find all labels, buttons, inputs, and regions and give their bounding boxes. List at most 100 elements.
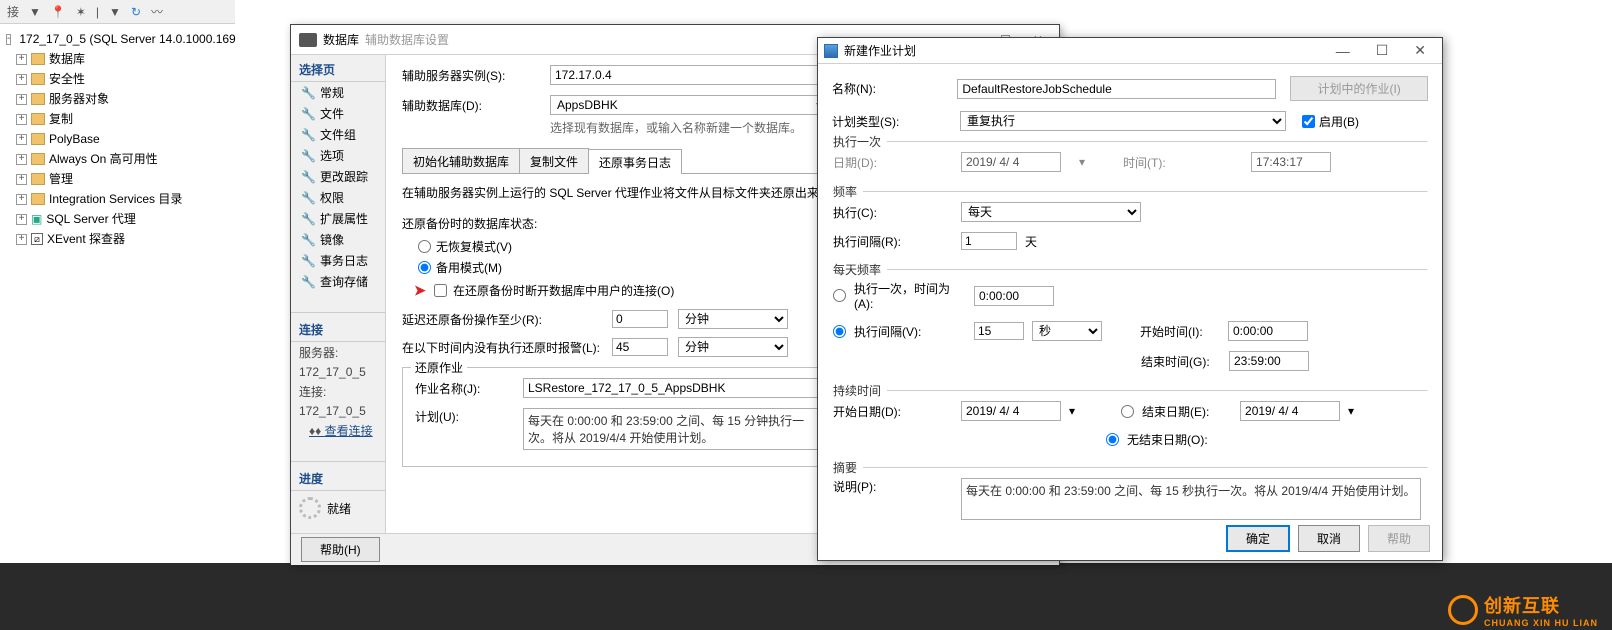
toolbar-dropdown-icon[interactable]: ▼ [26, 5, 44, 19]
frequency-legend: 频率 [833, 183, 863, 200]
side-opt-extended[interactable]: 🔧扩展属性 [291, 208, 385, 229]
tree-node-replication[interactable]: + 复制 [2, 109, 233, 129]
side-opt-txlog[interactable]: 🔧事务日志 [291, 250, 385, 271]
expand-icon[interactable]: + [16, 94, 27, 105]
delay-restore-unit-select[interactable]: 分钟 [678, 309, 788, 329]
daily-every-unit-select[interactable]: 秒 [1032, 321, 1102, 341]
enable-checkbox-row[interactable]: 启用(B) [1302, 113, 1422, 130]
side-view-connection-link[interactable]: ♦♦ 查看连接 [291, 420, 385, 441]
tree-node-security[interactable]: + 安全性 [2, 69, 233, 89]
occurs-select[interactable]: 每天 [961, 202, 1141, 222]
help-button[interactable]: 帮助(H) [301, 537, 380, 562]
occurs-label: 执行(C): [833, 204, 953, 221]
wrench-icon: 🔧 [301, 212, 316, 226]
dialog2-title-text: 新建作业计划 [844, 42, 916, 59]
side-conn-label: 连接: [291, 381, 385, 402]
once-date-input [961, 152, 1061, 172]
expand-icon[interactable]: + [16, 134, 27, 145]
expand-icon[interactable]: + [16, 214, 27, 225]
dialog2-titlebar[interactable]: 新建作业计划 — ☐ ✕ [818, 38, 1442, 64]
tab-init-secondary[interactable]: 初始化辅助数据库 [402, 148, 520, 173]
secondary-db-select[interactable]: AppsDBHK [550, 95, 830, 115]
delay-restore-spinner[interactable] [612, 310, 668, 328]
job-name-input[interactable] [523, 378, 823, 398]
side-opt-general[interactable]: 🔧常规 [291, 82, 385, 103]
tree-node-alwayson[interactable]: + Always On 高可用性 [2, 149, 233, 169]
toolbar-activity-icon[interactable]: 〰 [148, 3, 166, 20]
tree-node-management[interactable]: + 管理 [2, 169, 233, 189]
side-opt-changetracking[interactable]: 🔧更改跟踪 [291, 166, 385, 187]
daily-every-radio[interactable] [833, 325, 846, 338]
side-opt-permissions[interactable]: 🔧权限 [291, 187, 385, 208]
tab-copy-files[interactable]: 复制文件 [519, 148, 589, 173]
toolbar-refresh-icon[interactable]: ↻ [128, 5, 144, 19]
side-opt-files[interactable]: 🔧文件 [291, 103, 385, 124]
toolbar-icon-2[interactable]: ✶ [73, 5, 89, 19]
alert-threshold-unit-select[interactable]: 分钟 [678, 337, 788, 357]
wrench-icon: 🔧 [301, 170, 316, 184]
tree-server-node[interactable]: - 172_17_0_5 (SQL Server 14.0.1000.169 [2, 29, 233, 49]
no-end-date-label: 无结束日期(O): [1127, 431, 1208, 448]
end-date-radio[interactable] [1121, 405, 1134, 418]
database-icon [299, 33, 317, 47]
schedule-display: 每天在 0:00:00 和 23:59:00 之间、每 15 分钟执行一次。将从… [523, 408, 823, 450]
expand-icon[interactable]: + [16, 54, 27, 65]
radio-norecovery-input[interactable] [418, 240, 431, 253]
daily-once-radio[interactable] [833, 289, 846, 302]
tree-node-ssis[interactable]: + Integration Services 目录 [2, 189, 233, 209]
start-date-label: 开始日期(D): [833, 403, 953, 420]
tree-node-polybase[interactable]: + PolyBase [2, 129, 233, 149]
tree-node-agent[interactable]: +▣ SQL Server 代理 [2, 209, 233, 229]
tab-restore-txlog[interactable]: 还原事务日志 [588, 149, 682, 174]
daily-once-time-input[interactable] [974, 286, 1054, 306]
start-date-input[interactable] [961, 401, 1061, 421]
tree-node-databases[interactable]: + 数据库 [2, 49, 233, 69]
secondary-instance-input[interactable] [550, 65, 830, 85]
daily-every-spinner[interactable] [974, 322, 1024, 340]
end-time-input[interactable] [1229, 351, 1309, 371]
schedule-label: 计划(U): [415, 408, 515, 425]
close-button[interactable]: ✕ [1404, 42, 1436, 59]
once-time-label: 时间(T): [1123, 154, 1243, 171]
schedule-type-select[interactable]: 重复执行 [960, 111, 1286, 131]
schedule-name-input[interactable] [957, 79, 1276, 99]
expand-icon[interactable]: + [16, 114, 27, 125]
expand-icon[interactable]: - [6, 34, 11, 45]
side-progress-ready: 就绪 [291, 491, 385, 525]
tree-label: 安全性 [49, 69, 85, 89]
toolbar-icon-1[interactable]: 📍 [48, 5, 69, 19]
tree-node-serverobjects[interactable]: + 服务器对象 [2, 89, 233, 109]
wrench-icon: 🔧 [301, 275, 316, 289]
side-opt-filegroups[interactable]: 🔧文件组 [291, 124, 385, 145]
daily-once-label: 执行一次，时间为(A): [854, 280, 966, 311]
disconnect-users-checkbox[interactable] [434, 284, 447, 297]
side-opt-mirror[interactable]: 🔧镜像 [291, 229, 385, 250]
toolbar-sep: | [93, 5, 102, 19]
expand-icon[interactable]: + [16, 234, 27, 245]
job-name-label: 作业名称(J): [415, 380, 515, 397]
minimize-button[interactable]: — [1326, 43, 1360, 59]
tree-node-xevent[interactable]: +⧄ XEvent 探查器 [2, 229, 233, 249]
expand-icon[interactable]: + [16, 154, 27, 165]
start-time-input[interactable] [1228, 321, 1308, 341]
toolbar-item-connect[interactable]: 接 [4, 3, 22, 20]
expand-icon[interactable]: + [16, 194, 27, 205]
no-end-date-radio[interactable] [1106, 433, 1119, 446]
recurs-every-spinner[interactable] [961, 232, 1017, 250]
radio-standby-input[interactable] [418, 261, 431, 274]
maximize-button[interactable]: ☐ [1366, 42, 1399, 59]
side-opt-options[interactable]: 🔧选项 [291, 145, 385, 166]
summary-legend: 摘要 [833, 459, 863, 476]
alert-threshold-spinner[interactable] [612, 338, 668, 356]
expand-icon[interactable]: + [16, 174, 27, 185]
cancel-button[interactable]: 取消 [1298, 525, 1360, 552]
end-date-input[interactable] [1240, 401, 1340, 421]
ok-button[interactable]: 确定 [1226, 525, 1290, 552]
toolbar-filter-icon[interactable]: ▼ [106, 5, 124, 19]
description-label: 说明(P): [833, 478, 953, 495]
side-opt-querystore[interactable]: 🔧查询存储 [291, 271, 385, 292]
expand-icon[interactable]: + [16, 74, 27, 85]
enable-checkbox[interactable] [1302, 115, 1315, 128]
tree-label: 管理 [49, 169, 73, 189]
help-button: 帮助 [1368, 525, 1430, 552]
